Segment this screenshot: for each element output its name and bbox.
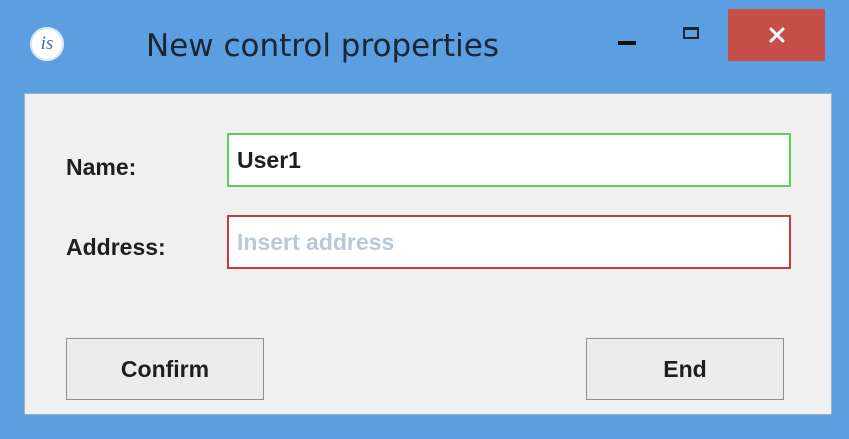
end-button-label: End [663,355,707,382]
address-field[interactable] [227,215,791,269]
dialog-window: is New control properties Name: Address:… [0,0,849,439]
name-label: Name: [66,154,137,180]
address-label: Address: [66,234,166,260]
confirm-button-label: Confirm [120,355,210,382]
is-app-icon[interactable]: is [30,27,64,61]
confirm-button[interactable]: Confirm [66,338,264,400]
title-bar[interactable]: is New control properties [0,0,849,84]
maximize-icon[interactable] [670,14,710,54]
dialog-content: Name: Address: Confirm End [24,93,832,415]
end-button[interactable]: End [586,338,784,400]
window-title: New control properties [146,28,499,64]
minimize-icon[interactable] [611,14,651,54]
name-field[interactable] [227,133,791,187]
close-button[interactable] [728,9,825,61]
close-icon [769,27,784,43]
app-icon-text: is [40,32,54,54]
